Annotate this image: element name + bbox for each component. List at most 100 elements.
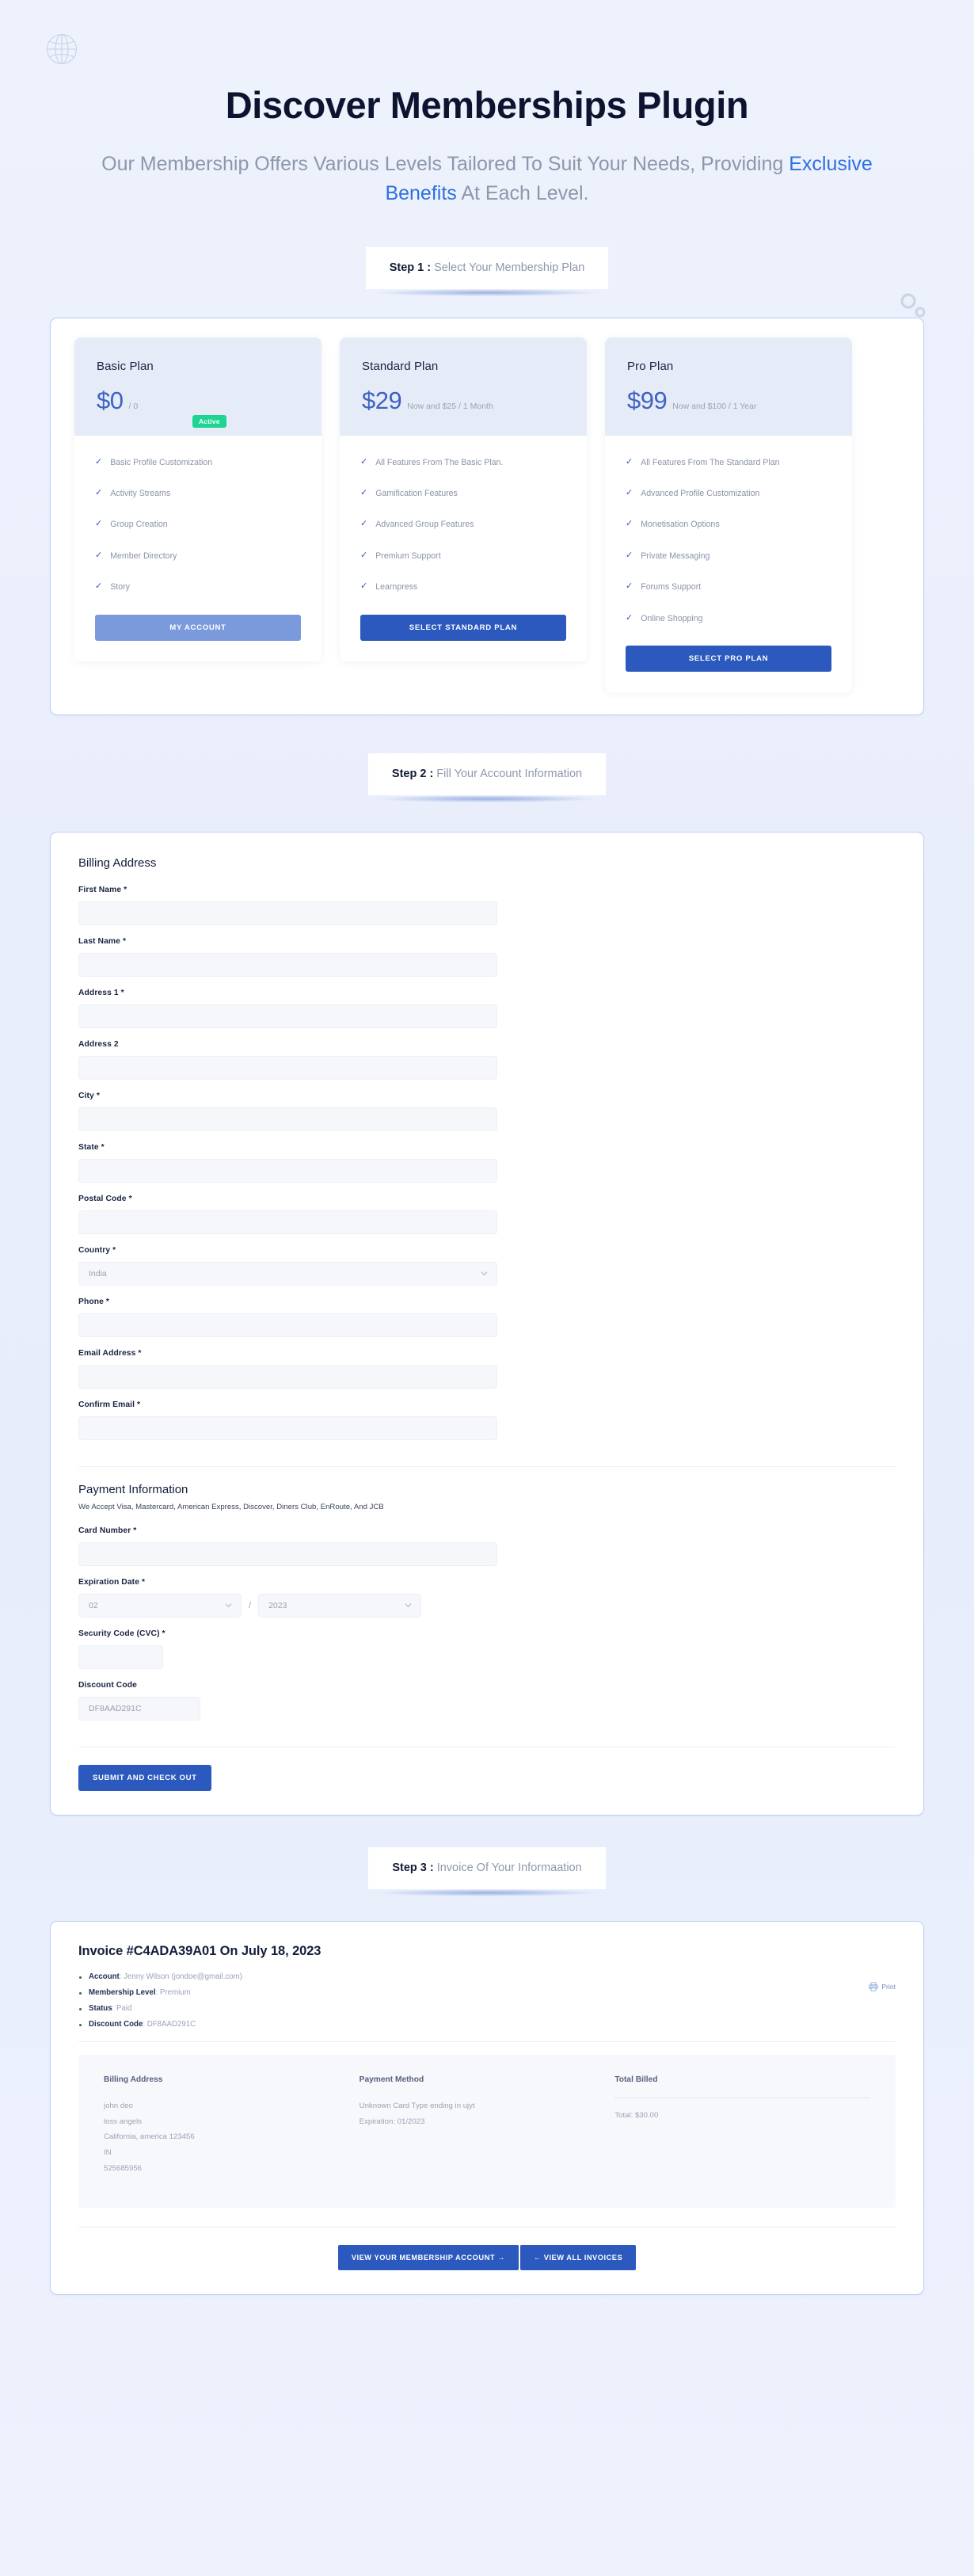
step-2-number: Step 2 : [391,767,434,780]
expiration-date-label: Expiration Date * [78,1577,146,1587]
plan-card-standard[interactable]: Standard Plan $29 Now and $25 / 1 Month … [340,337,587,661]
meta-label: Discount Code [89,2019,143,2029]
feature-label: Story [110,582,130,593]
billing-fields-grid: First Name * Last Name * Address 1 * Add… [78,886,896,1452]
plan-price-row-basic: $0 / 0 [97,387,299,415]
invoice-meta-list: Account: Jenny Wilson (jondoe@gmail.com)… [78,1972,896,2029]
plan-features-standard: ✓ All Features From The Basic Plan. ✓ Ga… [340,436,587,594]
check-icon: ✓ [95,456,103,467]
step-1-number: Step 1 : [389,261,432,274]
field-expiration-date: Expiration Date * 02 / 2023 [78,1578,497,1618]
plan-footer-pro: SELECT PRO PLAN [605,625,852,692]
submit-and-check-out-button[interactable]: SUBMIT AND CHECK OUT [78,1764,211,1791]
plan-name-pro: Pro Plan [627,359,674,373]
address-1-label: Address 1 * [78,988,124,997]
address-2-input[interactable] [78,1055,497,1080]
billing-line: loss angels [104,2117,142,2126]
account-information-form: Billing Address First Name * Last Name *… [50,831,924,1816]
check-icon: ✓ [626,612,633,623]
check-icon: ✓ [95,519,103,529]
billing-line: California, america 123456 [104,2132,195,2142]
step-3-label: Invoice Of Your Informaation [433,1861,582,1874]
security-code-input[interactable] [78,1644,163,1669]
address-1-input[interactable] [78,1004,497,1028]
step-2-label: Fill Your Account Information [433,767,583,780]
field-country: Country * India [78,1246,497,1286]
check-icon: ✓ [95,487,103,497]
field-phone: Phone * [78,1298,497,1337]
step-1-pill: Step 1 : Select Your Membership Plan [365,246,609,296]
postal-code-label: Postal Code * [78,1194,132,1203]
billing-line: john deo [104,2101,133,2110]
plan-period-standard: Now and $25 / 1 Month [407,401,493,411]
confirm-email-input[interactable] [78,1416,497,1440]
view-membership-account-button[interactable]: VIEW YOUR MEMBERSHIP ACCOUNT → [337,2245,519,2271]
invoice-details-columns: Billing Address john deo loss angels Cal… [78,2054,896,2208]
plans-row: Basic Plan $0 / 0 Active ✓ Basic Profile… [74,337,900,692]
plan-name-standard: Standard Plan [362,359,439,373]
postal-code-input[interactable] [78,1210,497,1234]
plan-price-standard: $29 [362,386,402,414]
expiration-month-select[interactable]: 02 [78,1593,242,1618]
check-icon: ✓ [360,550,368,560]
plan-card-basic[interactable]: Basic Plan $0 / 0 Active ✓ Basic Profile… [74,337,321,661]
list-item: Membership Level: Premium [78,1988,896,1997]
state-input[interactable] [78,1158,497,1183]
select-pro-plan-button[interactable]: SELECT PRO PLAN [626,645,831,672]
meta-value: DF8AAD291C [146,2019,196,2029]
feature-item: ✓ All Features From The Standard Plan [626,456,831,469]
card-number-input[interactable] [78,1541,497,1566]
membership-plans-panel: Basic Plan $0 / 0 Active ✓ Basic Profile… [50,317,924,715]
plan-card-pro[interactable]: Pro Plan $99 Now and $100 / 1 Year ✓ All… [605,337,852,692]
print-button[interactable]: Print [869,1982,896,1991]
first-name-input[interactable] [78,901,497,925]
feature-item: ✓ Private Messaging [626,550,831,562]
plan-period-pro: Now and $100 / 1 Year [672,401,757,411]
country-select[interactable]: India [78,1261,497,1286]
form-inner: Billing Address First Name * Last Name *… [51,833,923,1747]
invoice-meta: Account: Jenny Wilson (jondoe@gmail.com)… [78,1972,896,2029]
plan-footer-standard: SELECT STANDARD PLAN [340,594,587,661]
view-all-invoices-button[interactable]: ← VIEW ALL INVOICES [519,2245,637,2271]
country-selected-value: India [89,1268,107,1278]
globe-icon [46,33,78,65]
feature-label: All Features From The Standard Plan [641,457,780,467]
email-input[interactable] [78,1364,497,1389]
select-standard-plan-button[interactable]: SELECT STANDARD PLAN [360,614,566,641]
last-name-label: Last Name * [78,936,127,946]
expiration-row: 02 / 2023 [78,1593,497,1618]
country-label: Country * [78,1245,116,1255]
plan-footer-basic: MY ACCOUNT [74,594,321,661]
step-1-header-wrap: Step 1 : Select Your Membership Plan [0,246,974,296]
plan-price-pro: $99 [627,386,668,414]
expiration-year-select[interactable]: 2023 [258,1593,422,1618]
list-item: Account: Jenny Wilson (jondoe@gmail.com) [78,1972,896,1981]
decorative-circles-icon [900,293,926,318]
subtitle-text-after: At Each Level. [456,182,589,205]
feature-label: Activity Streams [110,488,171,498]
expiration-year-value: 2023 [268,1600,287,1610]
city-label: City * [78,1091,100,1100]
address-2-label: Address 2 [78,1039,119,1049]
my-account-button[interactable]: MY ACCOUNT [95,614,301,641]
check-icon: ✓ [95,581,103,592]
last-name-input[interactable] [78,952,497,977]
plan-name-basic: Basic Plan [97,359,154,373]
feature-label: Private Messaging [641,551,710,561]
payment-method-heading: Payment Method [359,2075,424,2084]
check-icon: ✓ [626,487,633,497]
field-last-name: Last Name * [78,937,497,977]
invoice-panel: Invoice #C4ADA39A01 On July 18, 2023 Acc… [50,1920,924,2296]
submit-bar: SUBMIT AND CHECK OUT [51,1747,923,1815]
list-item: Discount Code: DF8AAD291C [78,2020,896,2029]
plan-header-standard: Standard Plan $29 Now and $25 / 1 Month [340,337,587,436]
feature-label: Online Shopping [641,613,703,623]
field-confirm-email: Confirm Email * [78,1400,497,1440]
meta-value: Premium [159,1987,191,1997]
discount-code-input[interactable] [78,1696,200,1721]
field-discount-code: Discount Code [78,1681,497,1721]
plan-features-basic: ✓ Basic Profile Customization ✓ Activity… [74,436,321,594]
plan-period-basic: / 0 [128,401,139,411]
phone-input[interactable] [78,1313,497,1337]
city-input[interactable] [78,1107,497,1131]
